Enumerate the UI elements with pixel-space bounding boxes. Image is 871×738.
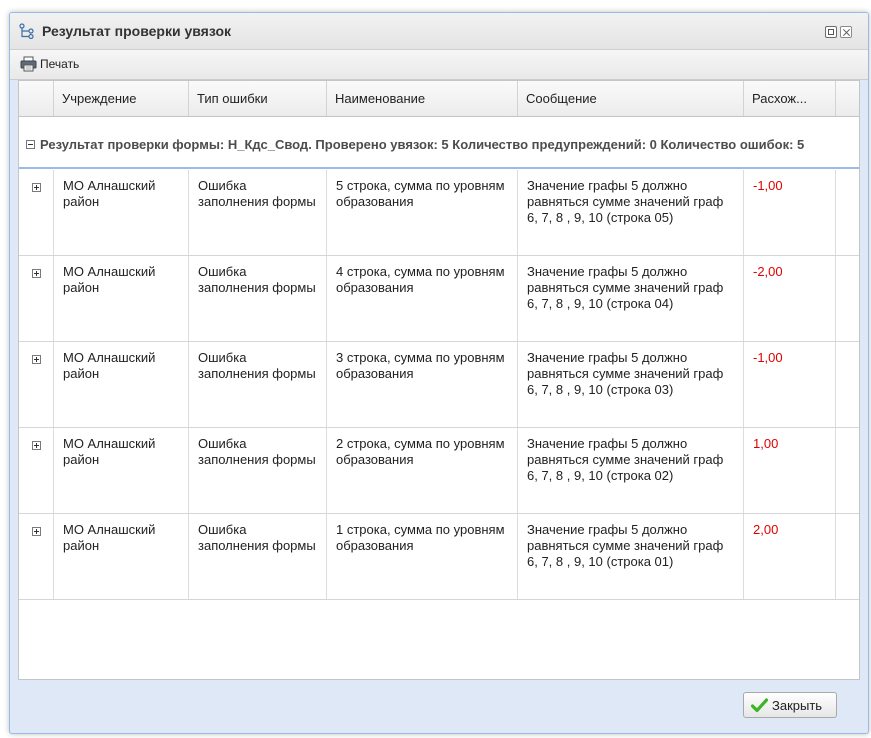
column-header-error-type[interactable]: Тип ошибки	[189, 81, 327, 116]
cell-message: Значение графы 5 должно равняться сумме …	[518, 170, 744, 255]
cell-error-type: Ошибка заполнения формы	[189, 428, 327, 513]
group-header-text: Результат проверки формы: Н_Кдс_Свод. Пр…	[40, 137, 805, 152]
result-window: Результат проверки увязок Печать Учрежде…	[9, 12, 869, 734]
cell-difference: -2,00	[744, 256, 836, 341]
print-button-label: Печать	[40, 57, 80, 71]
close-button-label: Закрыть	[772, 697, 823, 713]
grid-rows: МО Алнашский район Ошибка заполнения фор…	[19, 170, 859, 600]
cell-name: 2 строка, сумма по уровням образования	[327, 428, 518, 513]
table-row[interactable]: МО Алнашский район Ошибка заполнения фор…	[19, 170, 859, 256]
column-header-org[interactable]: Учреждение	[54, 81, 189, 116]
cell-org: МО Алнашский район	[54, 256, 189, 341]
row-expander-cell	[19, 514, 54, 599]
checkmark-icon	[751, 697, 768, 712]
group-row[interactable]: Результат проверки формы: Н_Кдс_Свод. Пр…	[19, 117, 859, 169]
expand-icon[interactable]	[32, 183, 41, 192]
cell-filler	[836, 342, 859, 427]
expand-icon[interactable]	[32, 269, 41, 278]
cell-difference: 2,00	[744, 514, 836, 599]
cell-message: Значение графы 5 должно равняться сумме …	[518, 428, 744, 513]
cell-difference: -1,00	[744, 342, 836, 427]
column-header-expander	[19, 81, 54, 116]
cell-filler	[836, 170, 859, 255]
table-row[interactable]: МО Алнашский район Ошибка заполнения фор…	[19, 342, 859, 428]
close-icon[interactable]	[840, 26, 852, 38]
toolbar: Печать	[10, 50, 868, 80]
maximize-icon[interactable]	[825, 26, 837, 38]
cell-org: МО Алнашский район	[54, 514, 189, 599]
grid-header: Учреждение Тип ошибки Наименование Сообщ…	[19, 81, 859, 117]
cell-message: Значение графы 5 должно равняться сумме …	[518, 514, 744, 599]
print-button[interactable]: Печать	[18, 54, 83, 74]
table-row[interactable]: МО Алнашский район Ошибка заполнения фор…	[19, 514, 859, 600]
cell-filler	[836, 256, 859, 341]
expand-icon[interactable]	[32, 441, 41, 450]
window-footer: Закрыть	[10, 681, 868, 733]
cell-org: МО Алнашский район	[54, 428, 189, 513]
cell-difference: -1,00	[744, 170, 836, 255]
column-header-message[interactable]: Сообщение	[518, 81, 744, 116]
collapse-icon[interactable]	[26, 140, 35, 149]
cell-error-type: Ошибка заполнения формы	[189, 256, 327, 341]
column-header-name[interactable]: Наименование	[327, 81, 518, 116]
cell-name: 3 строка, сумма по уровням образования	[327, 342, 518, 427]
window-title: Результат проверки увязок	[42, 23, 232, 39]
results-grid: Учреждение Тип ошибки Наименование Сообщ…	[18, 80, 860, 680]
row-expander-cell	[19, 170, 54, 255]
row-expander-cell	[19, 342, 54, 427]
column-header-filler	[836, 81, 859, 116]
table-row[interactable]: МО Алнашский район Ошибка заполнения фор…	[19, 256, 859, 342]
row-expander-cell	[19, 428, 54, 513]
cell-org: МО Алнашский район	[54, 342, 189, 427]
cell-message: Значение графы 5 должно равняться сумме …	[518, 256, 744, 341]
cell-error-type: Ошибка заполнения формы	[189, 170, 327, 255]
close-button[interactable]: Закрыть	[743, 692, 837, 718]
cell-difference: 1,00	[744, 428, 836, 513]
printer-icon	[20, 56, 37, 72]
cell-name: 5 строка, сумма по уровням образования	[327, 170, 518, 255]
expand-icon[interactable]	[32, 527, 41, 536]
column-header-difference[interactable]: Расхож...	[744, 81, 836, 116]
cell-name: 4 строка, сумма по уровням образования	[327, 256, 518, 341]
cell-message: Значение графы 5 должно равняться сумме …	[518, 342, 744, 427]
window-titlebar[interactable]: Результат проверки увязок	[10, 13, 868, 50]
cell-name: 1 строка, сумма по уровням образования	[327, 514, 518, 599]
expand-icon[interactable]	[32, 355, 41, 364]
cell-error-type: Ошибка заполнения формы	[189, 514, 327, 599]
cell-error-type: Ошибка заполнения формы	[189, 342, 327, 427]
table-row[interactable]: МО Алнашский район Ошибка заполнения фор…	[19, 428, 859, 514]
row-expander-cell	[19, 256, 54, 341]
cell-filler	[836, 514, 859, 599]
hierarchy-icon	[19, 23, 34, 39]
cell-filler	[836, 428, 859, 513]
cell-org: МО Алнашский район	[54, 170, 189, 255]
